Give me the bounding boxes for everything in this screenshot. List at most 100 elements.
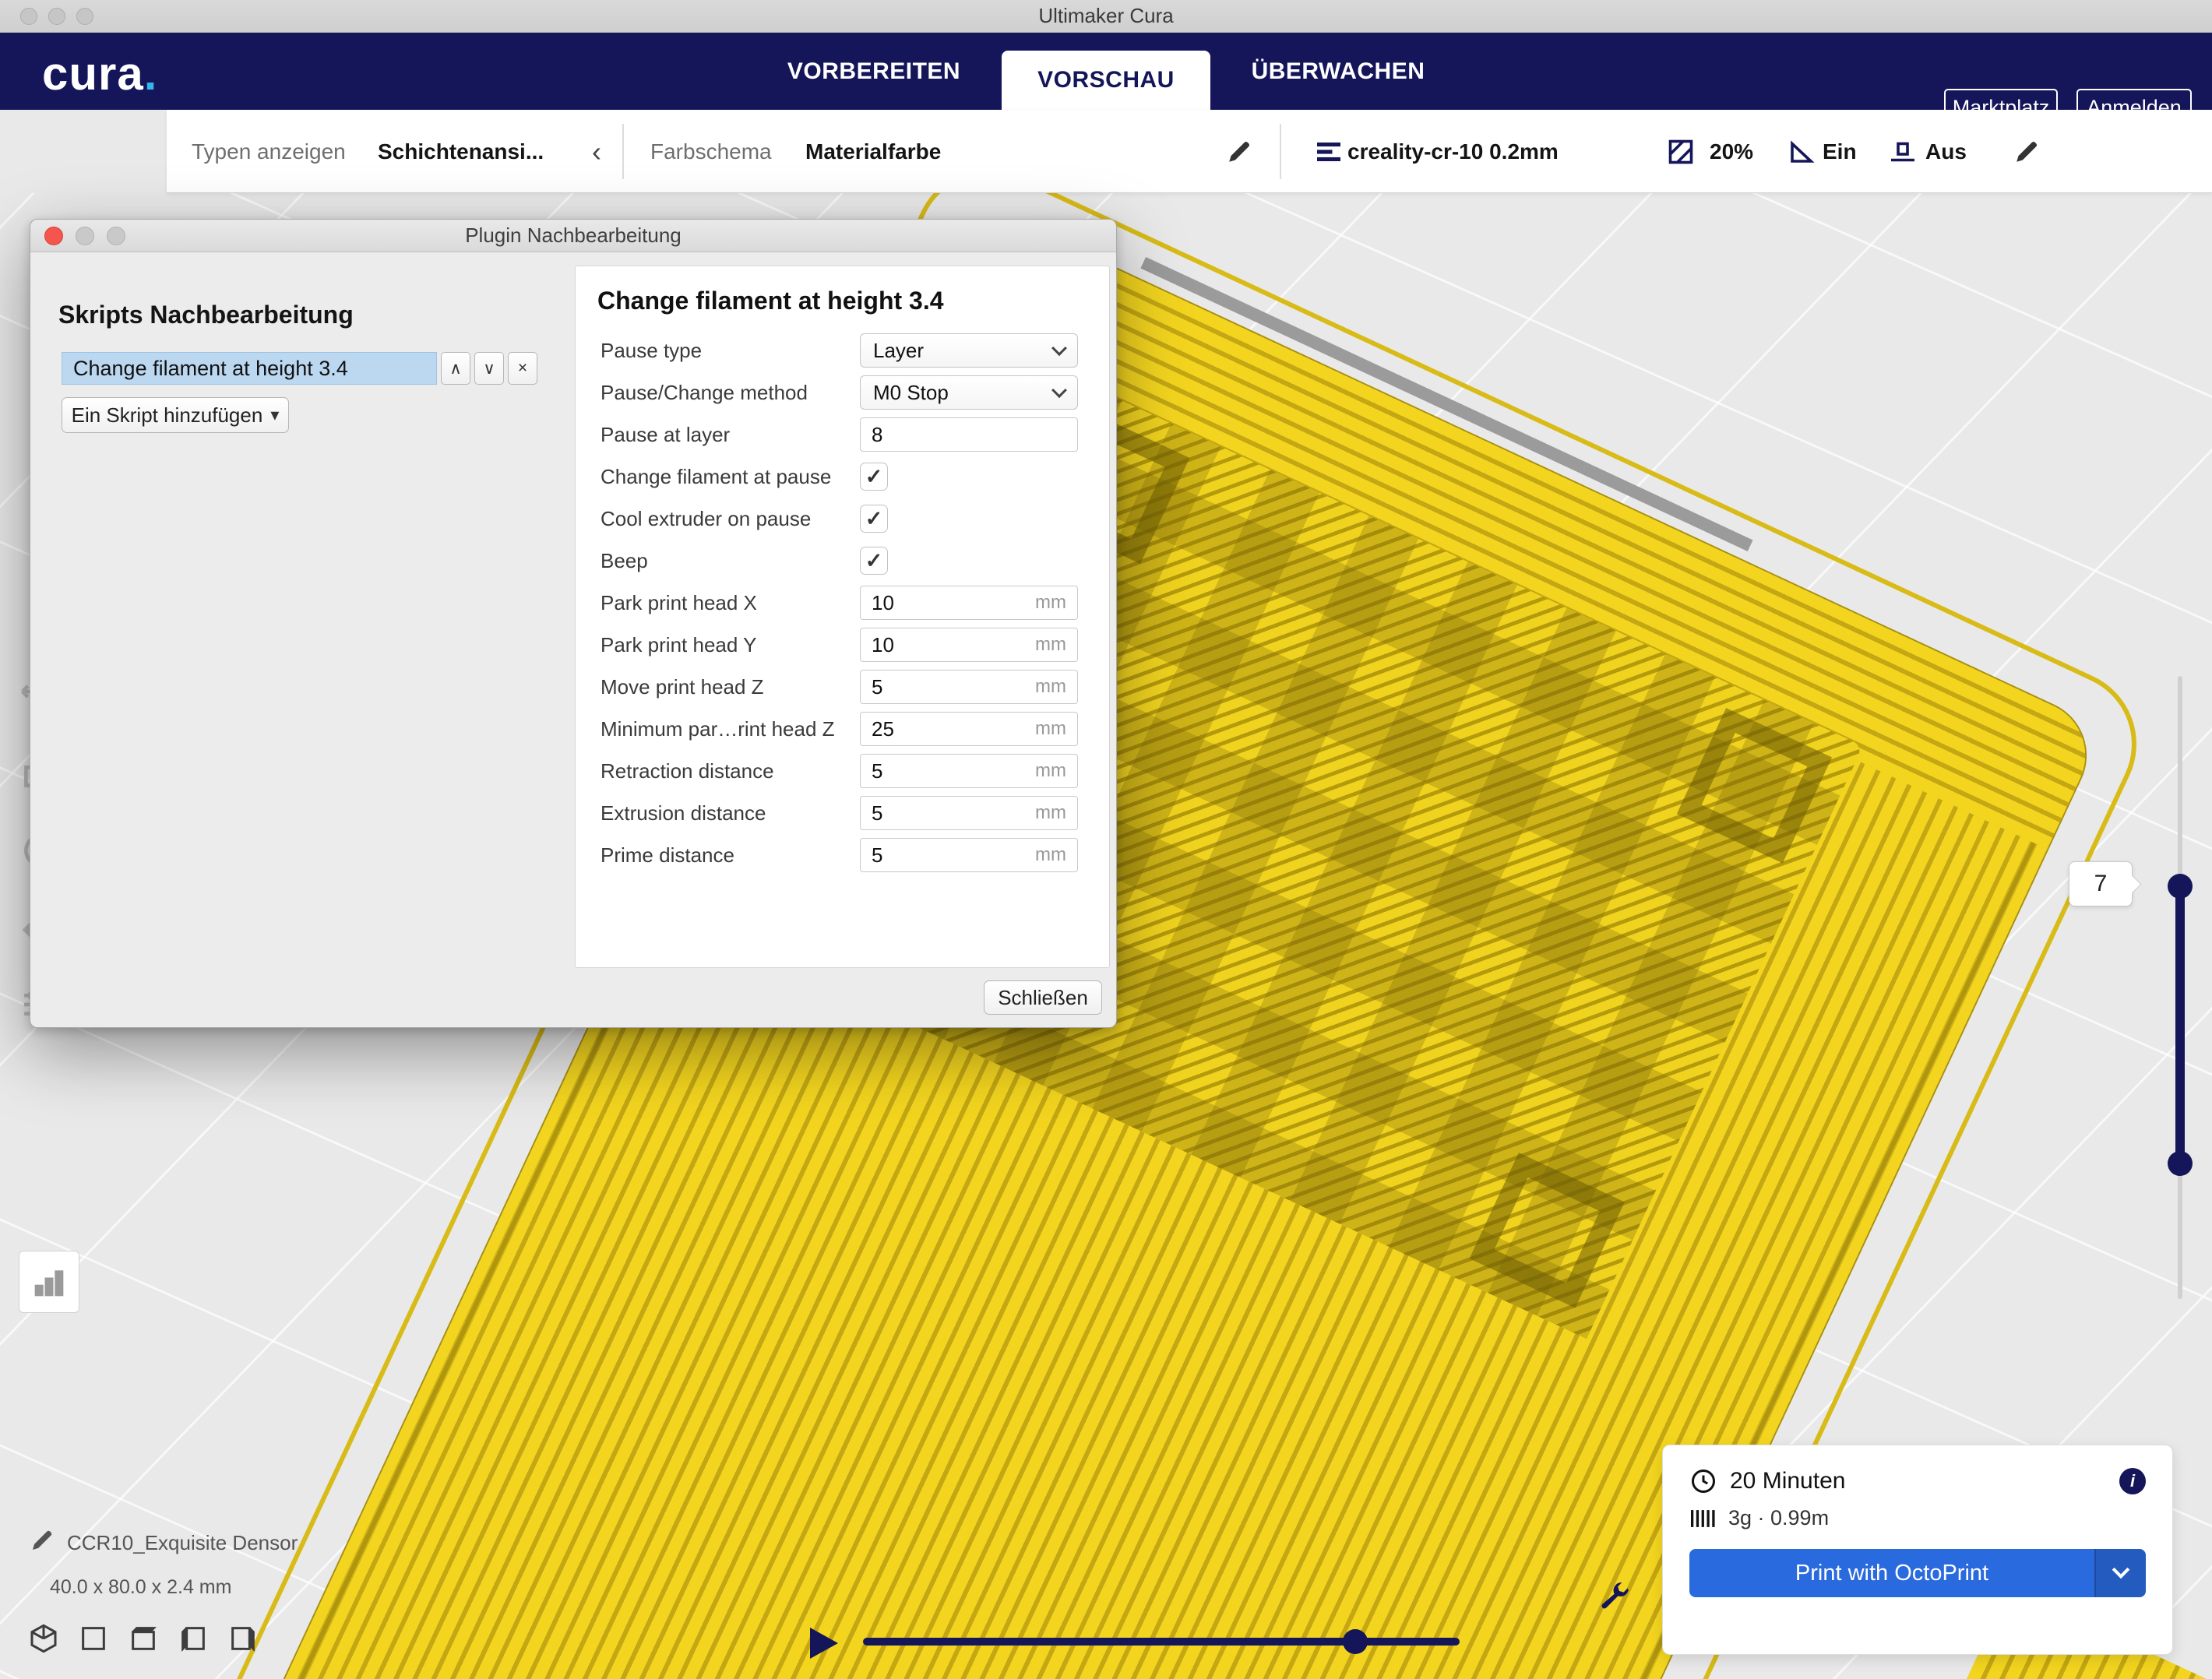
pause-type-select[interactable]: Layer [860,333,1078,368]
layer-slider-bottom-handle[interactable] [2168,1151,2193,1176]
park-head-x-input[interactable]: 10mm [860,586,1078,620]
print-options-dropdown[interactable] [2094,1549,2146,1597]
adjust-wrench-icon[interactable] [1598,1579,1631,1612]
checkmark-icon: ✓ [865,465,883,489]
script-settings-panel: Change filament at height 3.4 Pause type… [575,266,1110,968]
field-label: Change filament at pause [591,465,860,489]
app-header: cura. VORBEREITEN VORSCHAU ÜBERWACHEN Ma… [0,33,2212,110]
field-label: Move print head Z [591,675,860,699]
chevron-down-icon [1051,340,1067,356]
field-label: Beep [591,549,860,573]
simulation-slider-handle[interactable] [1343,1629,1368,1654]
field-row: Minimum par…rint head Z 25mm [591,708,1094,750]
post-processing-dialog: Plugin Nachbearbeitung Skripts Nachbearb… [30,219,1117,1028]
field-label: Extrusion distance [591,801,860,825]
layer-slider-top-handle[interactable] [2168,874,2193,899]
minimum-park-head-z-input[interactable]: 25mm [860,712,1078,746]
beep-checkbox[interactable]: ✓ [860,547,888,575]
print-with-octoprint-button[interactable]: Print with OctoPrint [1689,1549,2146,1597]
close-dialog-button[interactable]: Schließen [984,980,1102,1015]
dialog-minimize-icon[interactable] [76,227,94,245]
support-value[interactable]: Ein [1823,110,1857,193]
close-window-icon[interactable] [20,8,37,25]
tool-support-blocker[interactable] [19,1251,79,1313]
field-row: Pause at layer 8 [591,414,1094,456]
field-row: Retraction distance 5mm [591,750,1094,792]
adhesion-icon [1889,110,1917,193]
script-list-row: Change filament at height 3.4 ∧ ∨ × [62,352,537,385]
field-label: Pause at layer [591,423,860,447]
move-script-down-button[interactable]: ∨ [474,352,504,385]
field-row: Park print head X 10mm [591,582,1094,624]
change-filament-checkbox[interactable]: ✓ [860,463,888,491]
cool-extruder-checkbox[interactable]: ✓ [860,505,888,533]
view-left-icon[interactable] [178,1623,209,1654]
field-label: Prime distance [591,843,860,868]
clock-icon [1689,1467,1717,1495]
edit-print-settings-button[interactable] [2013,110,2040,193]
field-row: Pause/Change method M0 Stop [591,371,1094,414]
printer-profile[interactable]: creality-cr-10 0.2mm [1347,110,1559,193]
qr-finder-square [1470,1153,1625,1308]
zoom-window-icon[interactable] [76,8,93,25]
scripts-heading: Skripts Nachbearbeitung [58,301,354,329]
script-settings-title: Change filament at height 3.4 [597,287,1094,315]
view-front-icon[interactable] [78,1623,109,1654]
chevron-left-icon: ‹ [592,136,601,168]
cura-logo: cura. [42,47,157,100]
move-head-z-input[interactable]: 5mm [860,670,1078,704]
pause-method-select[interactable]: M0 Stop [860,375,1078,410]
move-script-up-button[interactable]: ∧ [441,352,470,385]
field-label: Park print head Y [591,633,860,657]
print-time: 20 Minuten [1730,1468,1845,1494]
layer-slider-range[interactable] [2175,886,2185,1163]
qr-finder-square [1677,708,1832,863]
checkmark-icon: ✓ [865,549,883,573]
info-icon[interactable]: i [2119,1468,2146,1494]
color-scheme-value[interactable]: Materialfarbe [805,110,941,193]
tab-vorbereiten[interactable]: VORBEREITEN [770,33,978,110]
stage-tabs: VORBEREITEN VORSCHAU ÜBERWACHEN [770,33,1442,110]
simulation-slider-track[interactable] [863,1638,1460,1646]
object-dimensions: 40.0 x 80.0 x 2.4 mm [50,1576,231,1599]
edit-view-button[interactable] [1226,110,1252,193]
view-top-icon[interactable] [128,1623,159,1654]
tab-vorschau[interactable]: VORSCHAU [1002,51,1210,110]
infill-value[interactable]: 20% [1710,110,1753,193]
pause-at-layer-input[interactable]: 8 [860,417,1078,452]
dialog-close-icon[interactable] [44,227,63,245]
prime-distance-input[interactable]: 5mm [860,838,1078,872]
material-usage-icon [1689,1507,1716,1530]
toolbar-divider [622,124,624,179]
add-script-button[interactable]: Ein Skript hinzufügen ▾ [62,397,289,433]
view-3d-icon[interactable] [28,1623,59,1654]
minimize-window-icon[interactable] [48,8,65,25]
pencil-icon [1226,139,1252,165]
field-row: Extrusion distance 5mm [591,792,1094,834]
dialog-titlebar[interactable]: Plugin Nachbearbeitung [30,220,1116,252]
park-head-y-input[interactable]: 10mm [860,628,1078,662]
play-button[interactable] [810,1628,838,1659]
tab-ueberwachen[interactable]: ÜBERWACHEN [1234,33,1442,110]
checkmark-icon: ✓ [865,507,883,531]
adhesion-value[interactable]: Aus [1925,110,1967,193]
dropdown-caret-icon: ▾ [270,405,279,425]
view-toolbar: Typen anzeigen Schichtenansi... ‹ Farbsc… [167,110,2212,193]
toolbar-divider [1280,124,1281,179]
collapse-panel-button[interactable]: ‹ [592,110,601,193]
field-label: Minimum par…rint head Z [591,717,860,741]
os-titlebar: Ultimaker Cura [0,0,2212,33]
chevron-down-icon [1051,382,1067,398]
dialog-zoom-icon[interactable] [107,227,125,245]
field-row: Move print head Z 5mm [591,666,1094,708]
remove-script-button[interactable]: × [508,352,537,385]
view-type-value[interactable]: Schichtenansi... [378,110,544,193]
rename-object-button[interactable] [30,1528,55,1553]
extrusion-distance-input[interactable]: 5mm [860,796,1078,830]
field-label: Park print head X [591,591,860,615]
view-right-icon[interactable] [227,1623,259,1654]
selected-script[interactable]: Change filament at height 3.4 [62,352,437,385]
dialog-title: Plugin Nachbearbeitung [465,224,682,248]
retraction-distance-input[interactable]: 5mm [860,754,1078,788]
view-type-label: Typen anzeigen [192,110,346,193]
